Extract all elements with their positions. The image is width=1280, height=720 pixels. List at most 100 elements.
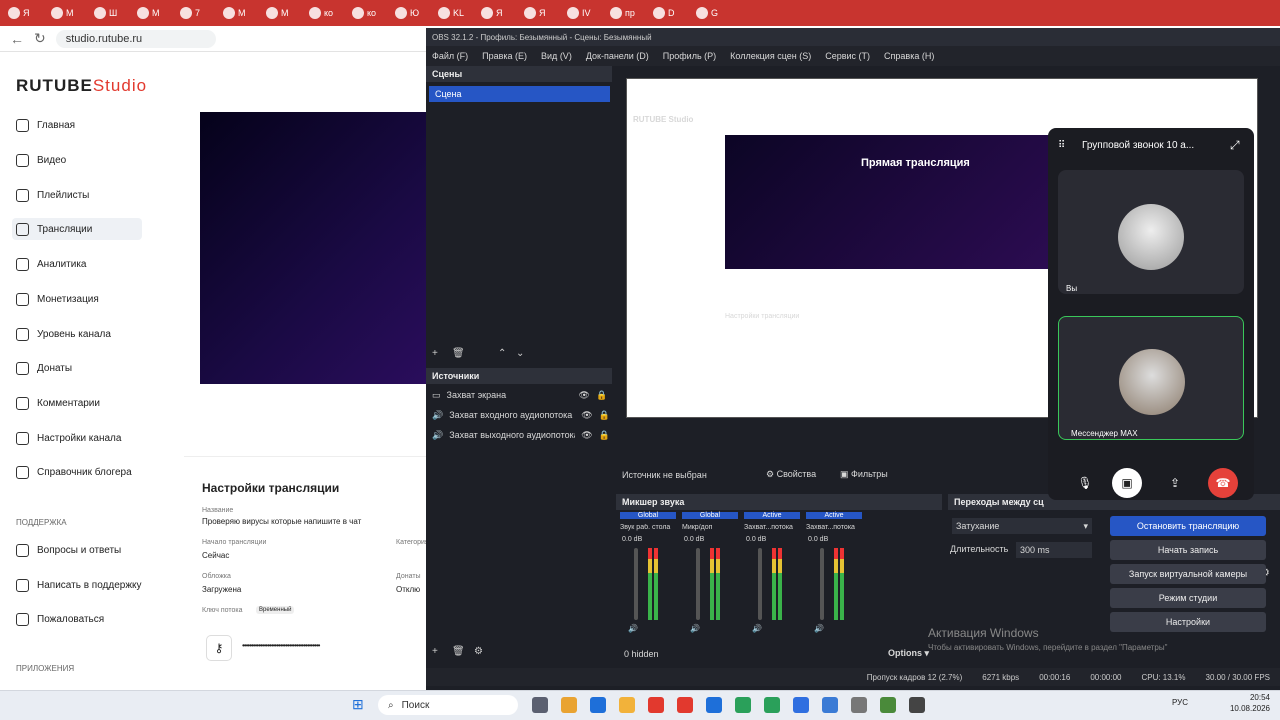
volume-slider[interactable] <box>634 548 638 620</box>
browser-tab[interactable]: ко <box>352 5 382 21</box>
camera-off-icon[interactable]: ▣ <box>1112 468 1142 498</box>
nav-item[interactable]: Комментарии <box>16 392 146 414</box>
obs-control-button[interactable]: Режим студии <box>1110 588 1266 608</box>
browser-tab[interactable]: G <box>696 5 726 21</box>
taskbar-clock[interactable]: 20:54 10.08.2026 <box>1230 692 1270 714</box>
title-value[interactable]: Проверяю вирусы которые напишите в чат <box>202 517 402 526</box>
taskbar-app-icon[interactable] <box>561 697 577 713</box>
browser-tab[interactable]: ко <box>309 5 339 21</box>
speaker-icon[interactable]: 🔊 <box>814 624 824 633</box>
taskbar-app-icon[interactable] <box>677 697 693 713</box>
channel-name[interactable]: Микр/доп <box>682 524 742 531</box>
drag-handle-icon[interactable]: ⠿ <box>1058 140 1065 151</box>
visibility-eye-icon[interactable]: 👁 <box>581 430 592 441</box>
rutube-logo[interactable]: RUTUBEStudio <box>16 76 147 96</box>
channel-name[interactable]: Звук раб. стола <box>620 524 680 531</box>
taskbar-app-icon[interactable] <box>793 697 809 713</box>
obs-menu-item[interactable]: Справка (H) <box>884 51 934 61</box>
support-item[interactable]: Вопросы и ответы <box>16 539 146 561</box>
browser-tab[interactable]: Ю <box>395 5 425 21</box>
cover-value[interactable]: Загружена <box>202 585 241 594</box>
taskbar-app-icon[interactable] <box>735 697 751 713</box>
speaker-icon[interactable]: 🔊 <box>690 624 700 633</box>
nav-item[interactable]: Уровень канала <box>16 323 146 345</box>
filters-button[interactable]: ▣ Фильтры <box>840 469 888 480</box>
visibility-eye-icon[interactable]: 👁 <box>579 390 590 401</box>
move-down-icon[interactable]: ⌄ <box>516 348 524 359</box>
source-item[interactable]: ▭ Захват экрана 👁 🔒 <box>432 386 612 404</box>
scene-item[interactable]: Сцена <box>429 86 610 102</box>
nav-item[interactable]: Главная <box>16 114 146 136</box>
source-item[interactable]: 🔊 Захват выходного аудиопотока 👁 🔒 <box>432 426 612 444</box>
nav-item[interactable]: Трансляции <box>12 218 142 240</box>
screen-share-icon[interactable]: ⇪ <box>1160 468 1190 498</box>
nav-item[interactable]: Видео <box>16 149 146 171</box>
delete-source-icon[interactable]: 🗑 <box>452 646 465 657</box>
obs-menu-item[interactable]: Коллекция сцен (S) <box>730 51 811 61</box>
nav-item[interactable]: Справочник блогера <box>16 461 146 483</box>
taskbar-app-icon[interactable] <box>822 697 838 713</box>
taskbar-app-icon[interactable] <box>851 697 867 713</box>
delete-scene-icon[interactable]: 🗑 <box>452 348 465 359</box>
obs-menu-item[interactable]: Док-панели (D) <box>586 51 649 61</box>
lock-icon[interactable]: 🔒 <box>599 410 610 421</box>
source-item[interactable]: 🔊 Захват входного аудиопотока 👁 🔒 <box>432 406 612 424</box>
browser-tab[interactable]: Я <box>8 5 38 21</box>
channel-name[interactable]: Захват...потока <box>806 524 866 531</box>
url-field[interactable]: studio.rutube.ru <box>55 29 216 48</box>
support-item[interactable]: Написать в поддержку <box>16 574 146 596</box>
obs-menu-item[interactable]: Сервис (T) <box>825 51 870 61</box>
browser-tab[interactable]: Я <box>481 5 511 21</box>
hangup-icon[interactable]: ☎ <box>1208 468 1238 498</box>
expand-icon[interactable]: ⤢ <box>1230 138 1240 153</box>
duration-input[interactable]: 300 ms <box>1016 542 1092 558</box>
speaker-icon[interactable]: 🔊 <box>752 624 762 633</box>
windows-start-icon[interactable]: ⊞ <box>352 696 364 713</box>
add-scene-icon[interactable]: + <box>432 348 438 359</box>
speaker-icon[interactable]: 🔊 <box>628 624 638 633</box>
browser-tab[interactable]: KL <box>438 5 468 21</box>
browser-tab[interactable]: пр <box>610 5 640 21</box>
taskbar-app-icon[interactable] <box>706 697 722 713</box>
browser-tab[interactable]: Я <box>524 5 554 21</box>
add-source-icon[interactable]: + <box>432 646 438 657</box>
language-indicator[interactable]: РУС <box>1172 698 1188 707</box>
browser-tab[interactable]: Ш <box>94 5 124 21</box>
visibility-eye-icon[interactable]: 👁 <box>581 410 592 421</box>
volume-slider[interactable] <box>820 548 824 620</box>
obs-control-button[interactable]: Начать запись <box>1110 540 1266 560</box>
browser-tab[interactable]: М <box>51 5 81 21</box>
nav-item[interactable]: Монетизация <box>16 288 146 310</box>
key-icon[interactable]: ⚷ <box>206 635 232 661</box>
move-up-icon[interactable]: ⌃ <box>498 348 506 359</box>
channel-name[interactable]: Захват...потока <box>744 524 804 531</box>
donat-value[interactable]: Отклю <box>396 585 420 594</box>
browser-tab[interactable]: IV <box>567 5 597 21</box>
properties-button[interactable]: ⚙ Свойства <box>766 469 816 480</box>
taskbar-app-icon[interactable] <box>880 697 896 713</box>
obs-control-button[interactable]: Настройки <box>1110 612 1266 632</box>
support-item[interactable]: Пожаловаться <box>16 608 146 630</box>
browser-tab[interactable]: 7 <box>180 5 210 21</box>
lock-icon[interactable]: 🔒 <box>596 390 607 401</box>
browser-tab[interactable]: D <box>653 5 683 21</box>
back-arrow-icon[interactable]: ← <box>10 31 24 47</box>
transition-select[interactable]: Затухание ▾ <box>952 518 1092 534</box>
obs-control-button[interactable]: Запуск виртуальной камеры <box>1110 564 1266 584</box>
nav-item[interactable]: Аналитика <box>16 253 146 275</box>
mic-icon[interactable]: 🎙 <box>1070 468 1100 498</box>
lock-icon[interactable]: 🔒 <box>599 430 610 441</box>
nav-item[interactable]: Плейлисты <box>16 184 146 206</box>
taskbar-app-icon[interactable] <box>590 697 606 713</box>
nav-item[interactable]: Донаты <box>16 357 146 379</box>
taskbar-app-icon[interactable] <box>532 697 548 713</box>
volume-slider[interactable] <box>696 548 700 620</box>
obs-menu-item[interactable]: Вид (V) <box>541 51 572 61</box>
source-settings-icon[interactable]: ⚙ <box>474 646 483 657</box>
taskbar-app-icon[interactable] <box>619 697 635 713</box>
browser-tab[interactable]: М <box>223 5 253 21</box>
options-button[interactable]: Options ▾ <box>888 648 929 659</box>
obs-menu-item[interactable]: Файл (F) <box>432 51 468 61</box>
browser-tab[interactable]: М <box>137 5 167 21</box>
start-value[interactable]: Сейчас <box>202 551 229 560</box>
